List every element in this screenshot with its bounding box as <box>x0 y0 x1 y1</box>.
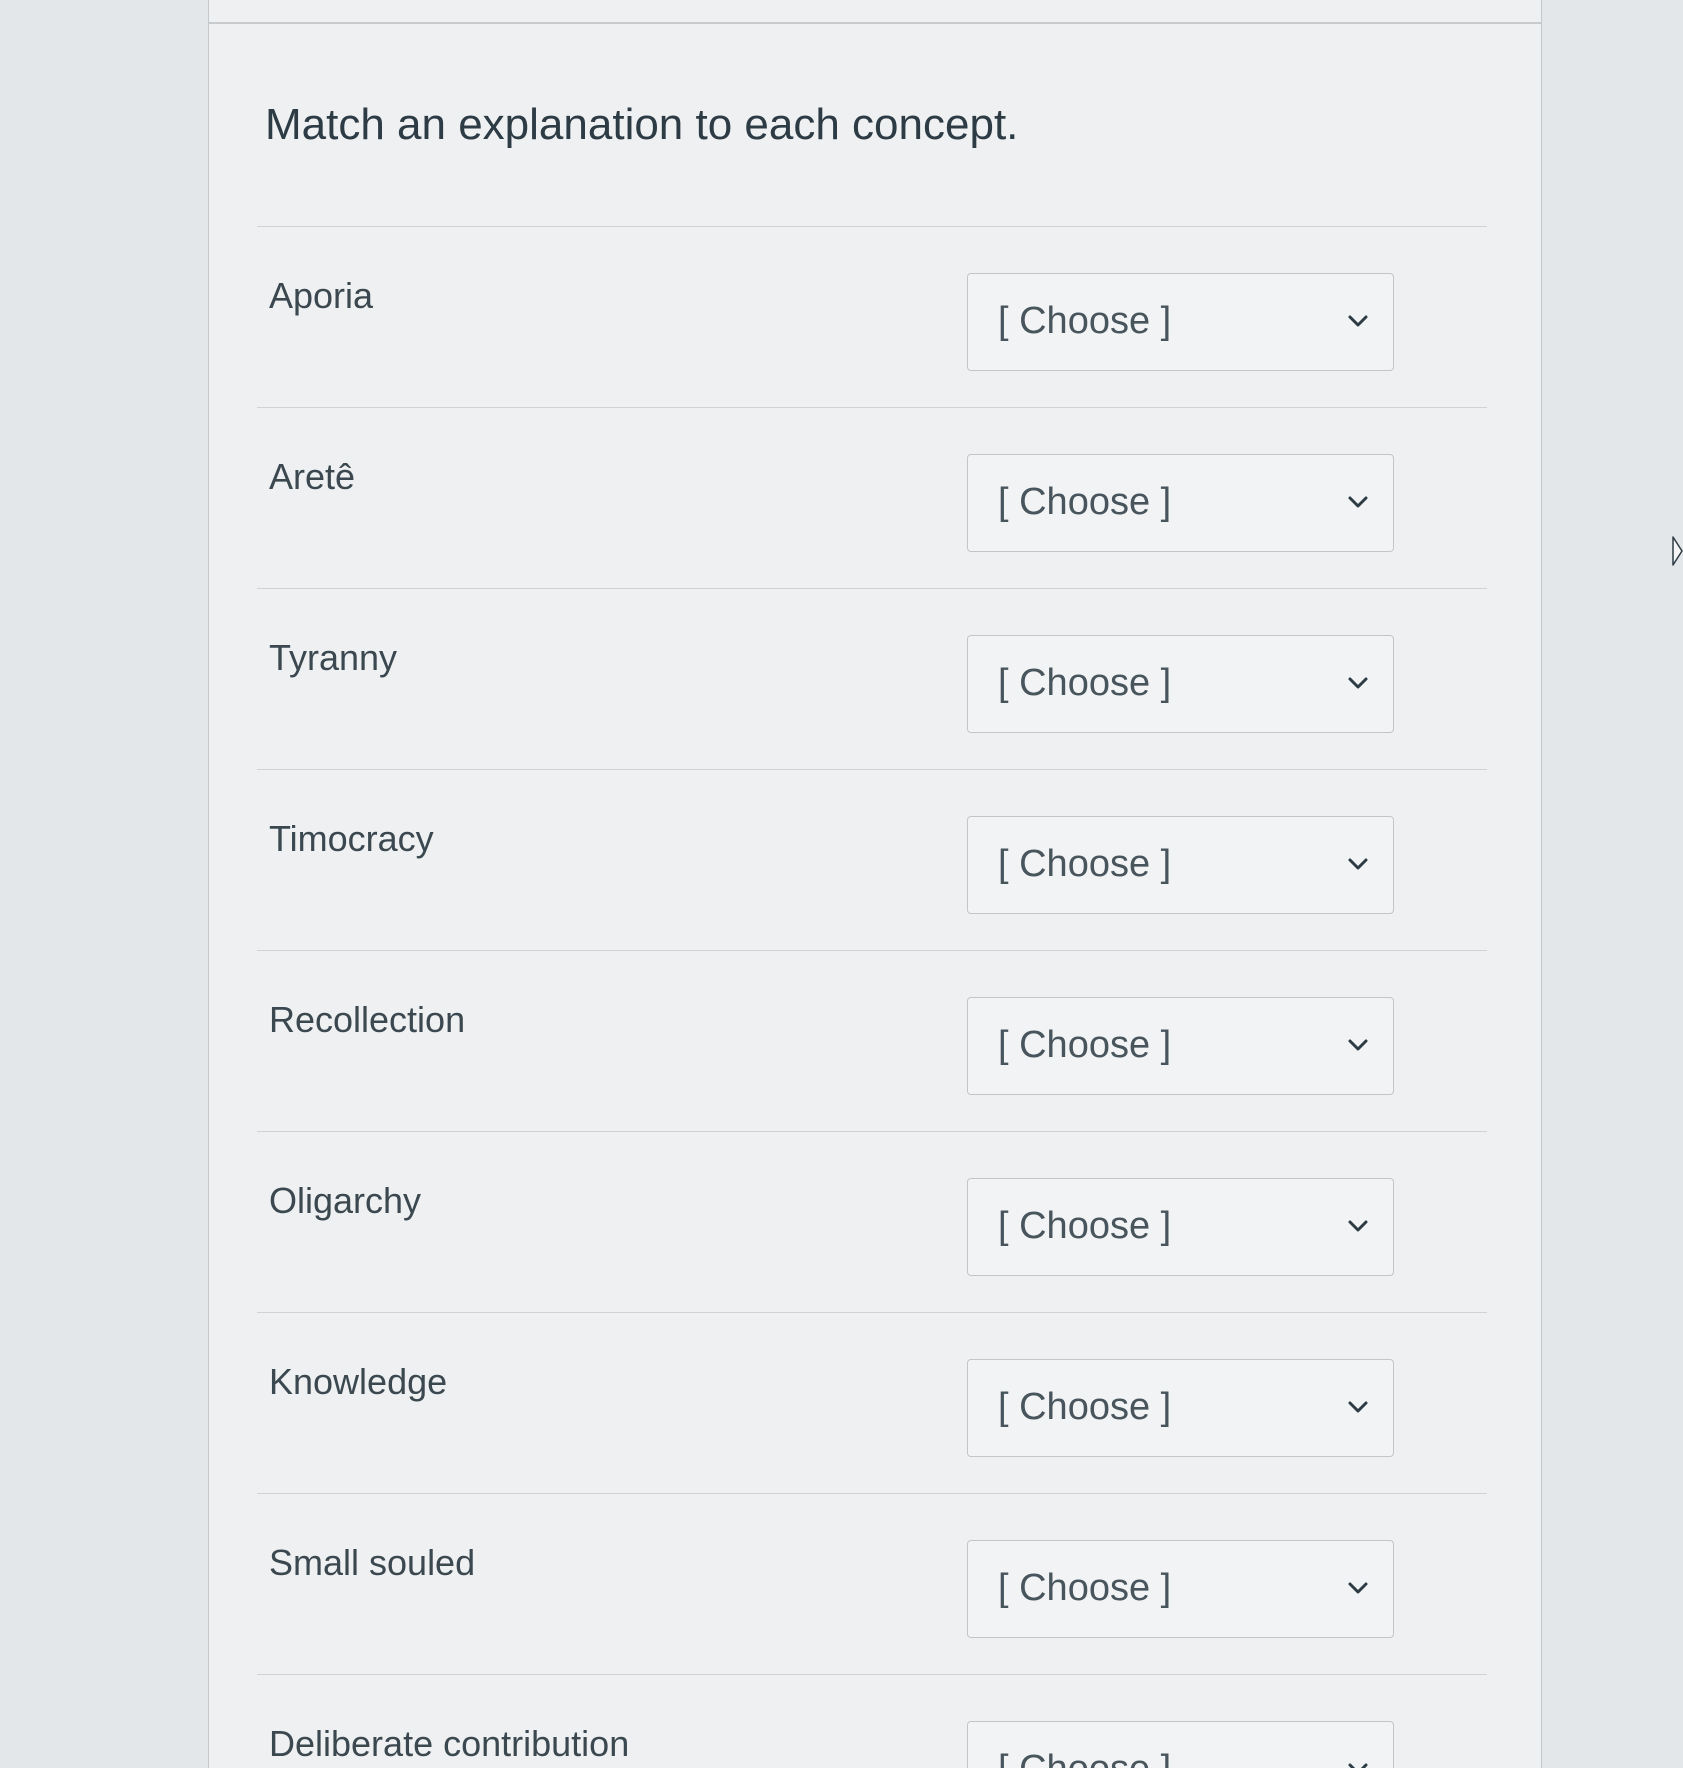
chevron-down-icon <box>1348 496 1368 508</box>
chevron-down-icon <box>1348 1763 1368 1768</box>
select-value: [ Choose ] <box>998 1748 1171 1768</box>
select-value: [ Choose ] <box>998 662 1172 704</box>
match-row-tyranny: Tyranny [ Choose ] <box>257 588 1487 769</box>
match-row-recollection: Recollection [ Choose ] <box>257 950 1487 1131</box>
select-value: [ Choose ] <box>998 300 1172 342</box>
select-value: [ Choose ] <box>998 1567 1172 1609</box>
answer-select[interactable]: [ Choose ] <box>967 1178 1394 1276</box>
select-value: [ Choose ] <box>998 1205 1172 1247</box>
question-prompt: Match an explanation to each concept. <box>265 100 1019 149</box>
answer-select[interactable]: [ Choose ] <box>967 997 1394 1095</box>
chevron-down-icon <box>1348 677 1368 689</box>
chevron-down-icon <box>1348 1582 1368 1594</box>
concept-label: Timocracy <box>269 818 434 859</box>
answer-select[interactable]: [ Choose ] <box>967 816 1394 914</box>
answer-select[interactable]: [ Choose ] <box>967 1359 1394 1457</box>
answer-select[interactable]: [ Choose ] <box>967 273 1394 371</box>
match-row-knowledge: Knowledge [ Choose ] <box>257 1312 1487 1493</box>
concept-label: Small souled <box>269 1542 476 1583</box>
chevron-down-icon <box>1348 1039 1368 1051</box>
chevron-down-icon <box>1348 1401 1368 1413</box>
match-row-small-souled: Small souled [ Choose ] <box>257 1493 1487 1674</box>
answer-select[interactable]: [ Choose ] <box>967 454 1394 552</box>
match-list: Aporia [ Choose ] Aretê [ Choose ] Tyran… <box>257 226 1487 1768</box>
concept-label: Deliberate contribution <box>269 1723 630 1764</box>
match-row-deliberate-contribution: Deliberate contribution [ Choose ] <box>257 1674 1487 1768</box>
select-value: [ Choose ] <box>998 481 1172 523</box>
chevron-down-icon <box>1348 858 1368 870</box>
concept-label: Knowledge <box>269 1361 448 1402</box>
card-top-border <box>209 22 1541 24</box>
select-value: [ Choose ] <box>998 843 1172 885</box>
chevron-down-icon <box>1348 315 1368 327</box>
question-card: Match an explanation to each concept. Ap… <box>208 0 1542 1768</box>
concept-label: Aporia <box>269 275 374 316</box>
chevron-down-icon <box>1348 1220 1368 1232</box>
answer-select[interactable]: [ Choose ] <box>967 1540 1394 1638</box>
match-row-timocracy: Timocracy [ Choose ] <box>257 769 1487 950</box>
quiz-page: Match an explanation to each concept. Ap… <box>0 0 1683 1768</box>
select-value: [ Choose ] <box>998 1024 1172 1066</box>
match-row-aporia: Aporia [ Choose ] <box>257 226 1487 407</box>
concept-label: Recollection <box>269 999 466 1040</box>
concept-label: Oligarchy <box>269 1180 422 1221</box>
match-row-oligarchy: Oligarchy [ Choose ] <box>257 1131 1487 1312</box>
answer-select[interactable]: [ Choose ] <box>967 1721 1394 1768</box>
select-value: [ Choose ] <box>998 1386 1172 1428</box>
cursor-icon <box>1672 536 1683 566</box>
concept-label: Tyranny <box>269 637 398 678</box>
match-row-arete: Aretê [ Choose ] <box>257 407 1487 588</box>
answer-select[interactable]: [ Choose ] <box>967 635 1394 733</box>
concept-label: Aretê <box>269 456 356 497</box>
